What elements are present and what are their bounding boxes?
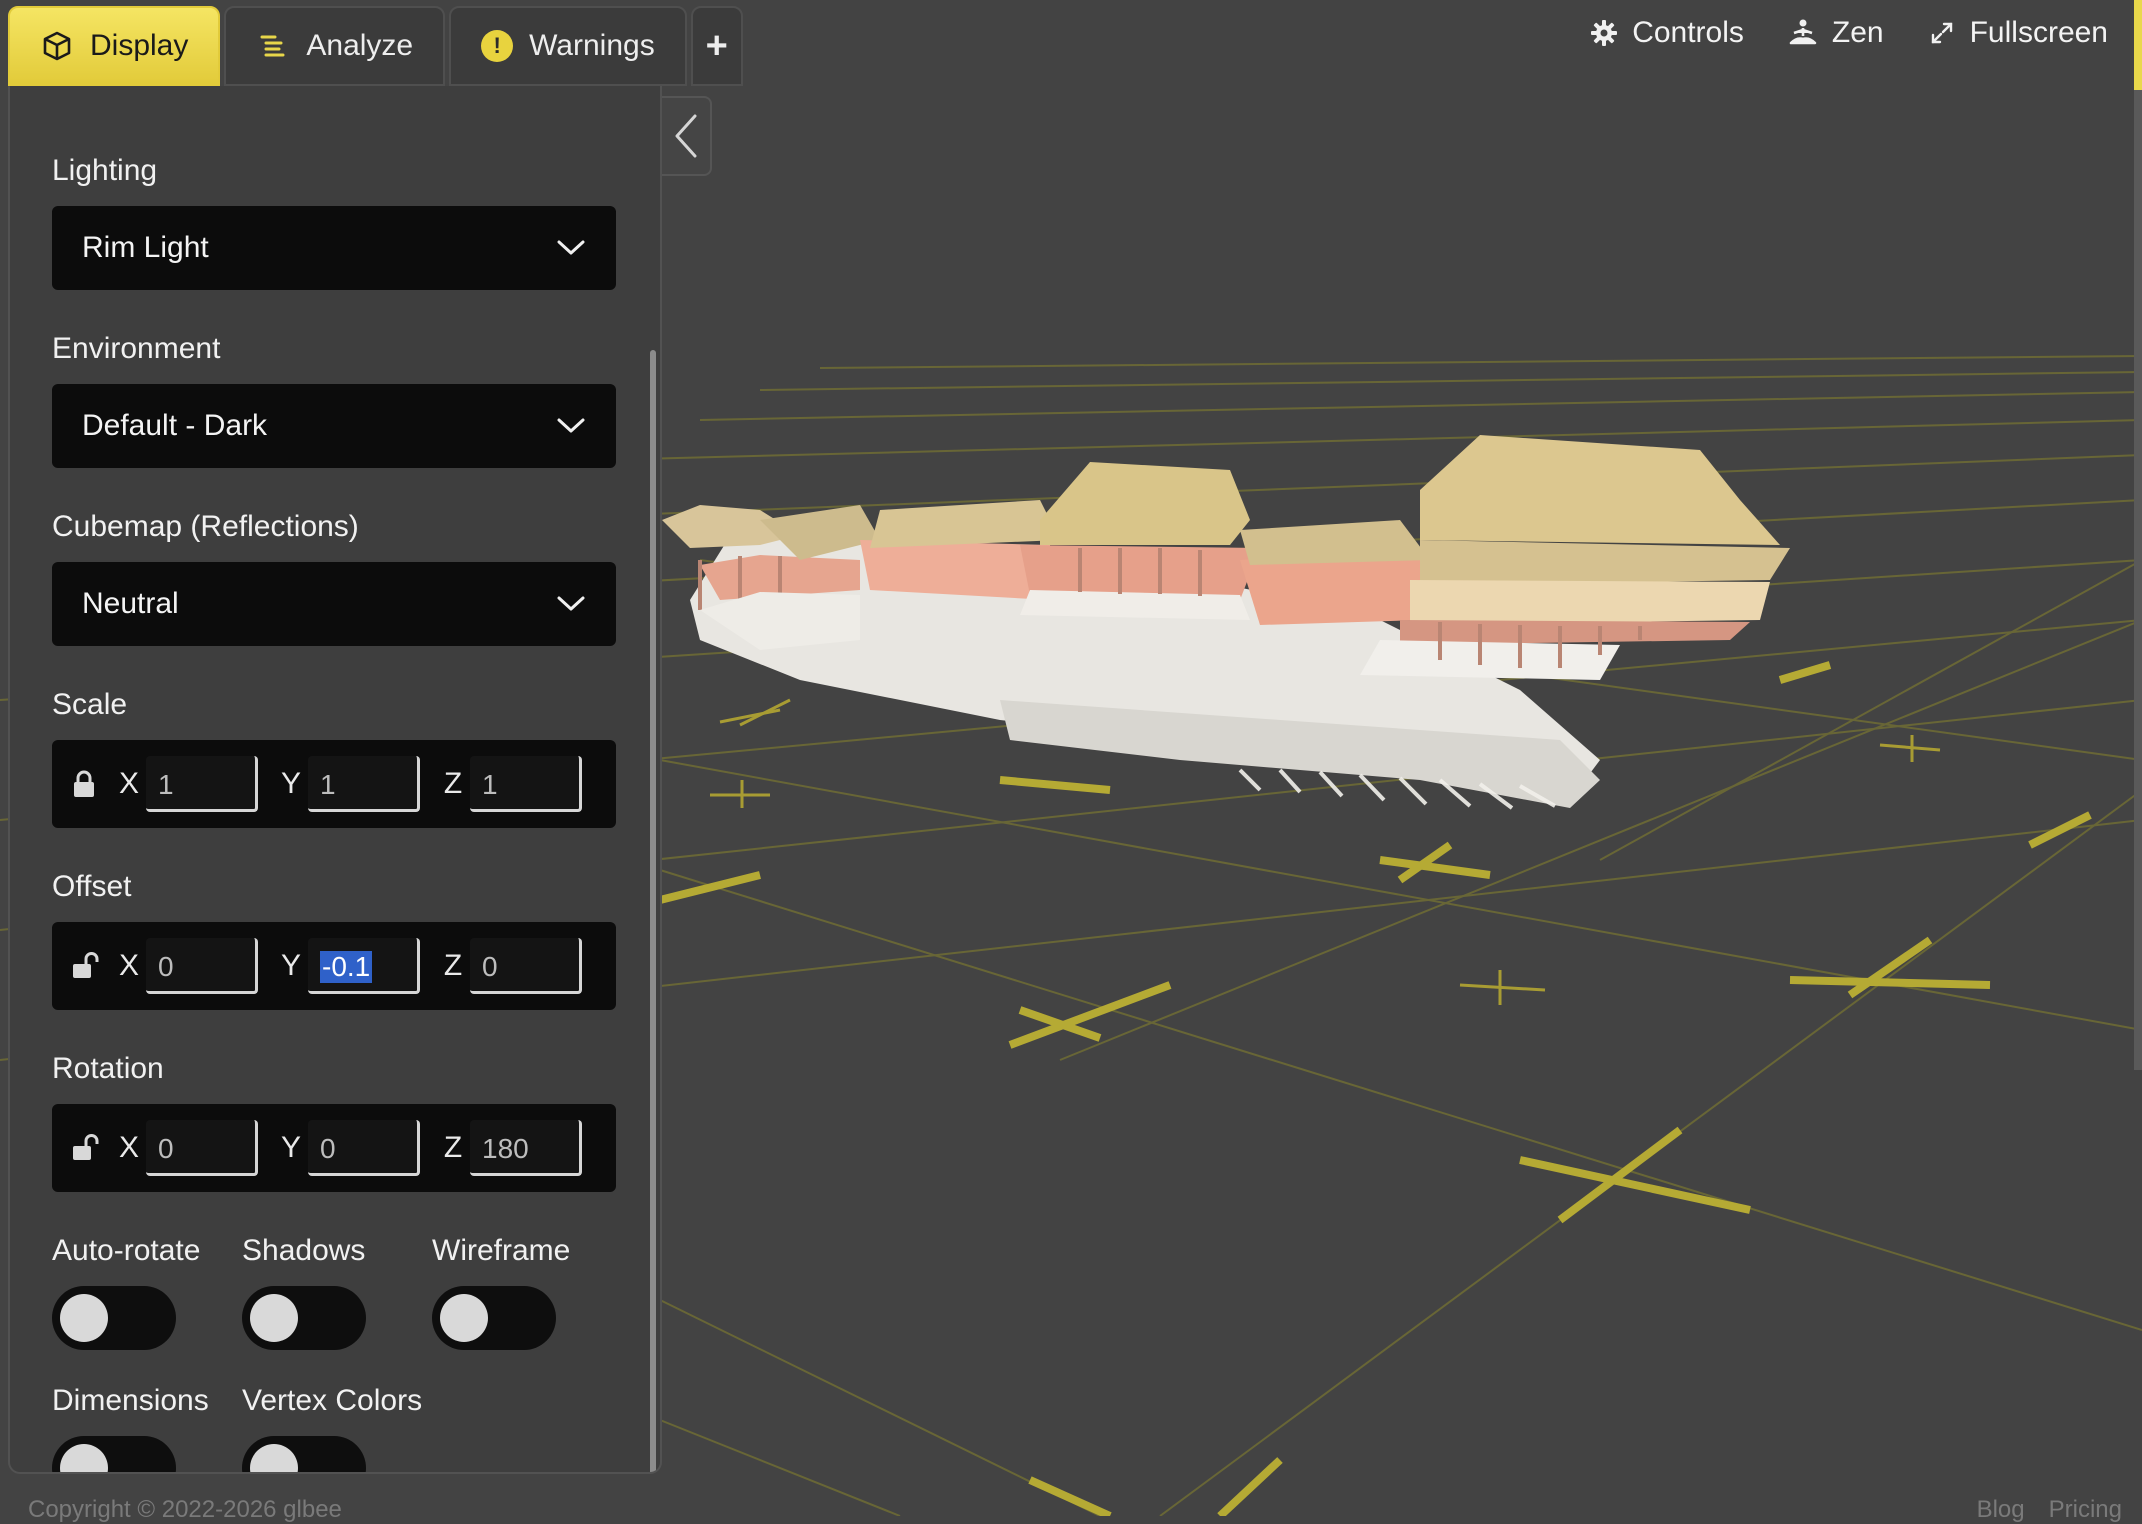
- auto-rotate-toggle[interactable]: [52, 1286, 176, 1350]
- chevron-down-icon: [557, 596, 585, 611]
- toggle-knob: [440, 1294, 488, 1342]
- axis-z-label: Z: [443, 1131, 463, 1164]
- offset-label: Offset: [52, 870, 132, 903]
- rotation-z-input[interactable]: 180: [470, 1120, 582, 1176]
- tab-display-label: Display: [90, 29, 189, 62]
- environment-value: Default - Dark: [82, 409, 268, 442]
- palace-model: [662, 435, 1790, 810]
- axis-y-label: Y: [280, 767, 301, 800]
- copyright-text: Copyright © 2022-2026 glbee: [28, 1496, 342, 1523]
- wireframe-toggle[interactable]: [432, 1286, 556, 1350]
- list-icon: [256, 29, 290, 63]
- panel-tabs: Display Analyze ! Warnings +: [8, 6, 743, 86]
- warning-icon: !: [481, 30, 514, 62]
- offset-x-input[interactable]: 0: [146, 938, 258, 994]
- shadows-toggle[interactable]: [242, 1286, 366, 1350]
- tab-analyze-label: Analyze: [306, 29, 414, 62]
- axis-x-label: X: [118, 767, 139, 800]
- shadows-label: Shadows: [242, 1234, 366, 1267]
- rotation-vector: X 0 Y 0 Z 180: [52, 1104, 616, 1192]
- unlock-icon[interactable]: [72, 1132, 100, 1164]
- gear-icon: [1591, 20, 1618, 46]
- footer-links: Blog Pricing: [1977, 1496, 2122, 1524]
- lighting-label: Lighting: [52, 154, 158, 187]
- axis-y-label: Y: [280, 1131, 301, 1164]
- tab-analyze[interactable]: Analyze: [224, 6, 446, 86]
- add-tab-button[interactable]: +: [690, 6, 743, 86]
- scale-z-input[interactable]: 1: [470, 756, 582, 812]
- rotation-x-input[interactable]: 0: [146, 1120, 258, 1176]
- cubemap-label: Cubemap (Reflections): [52, 510, 359, 543]
- toggle-knob: [60, 1444, 108, 1472]
- axis-x-label: X: [118, 1131, 139, 1164]
- rotation-y-input[interactable]: 0: [308, 1120, 420, 1176]
- scale-y-input[interactable]: 1: [308, 756, 420, 812]
- dimensions-label: Dimensions: [52, 1384, 209, 1417]
- chevron-down-icon: [557, 418, 585, 433]
- axis-y-label: Y: [280, 949, 301, 982]
- footer-link-pricing[interactable]: Pricing: [2049, 1496, 2122, 1524]
- offset-z-input[interactable]: 0: [470, 938, 582, 994]
- axis-z-label: Z: [443, 949, 463, 982]
- offset-vector: X 0 Y -0.1 Z 0: [52, 922, 616, 1010]
- controls-button[interactable]: Controls: [1590, 16, 1744, 50]
- lighting-select[interactable]: Rim Light: [52, 206, 616, 290]
- wireframe-label: Wireframe: [432, 1234, 571, 1267]
- chevron-down-icon: [557, 240, 585, 255]
- vertex-colors-label: Vertex Colors: [242, 1384, 423, 1417]
- tab-display[interactable]: Display: [8, 6, 221, 86]
- zen-label: Zen: [1831, 16, 1884, 49]
- cubemap-select[interactable]: Neutral: [52, 562, 616, 646]
- lock-icon[interactable]: [72, 768, 100, 800]
- cube-icon: [40, 29, 74, 63]
- tab-warnings-label: Warnings: [529, 29, 655, 62]
- scale-x-input[interactable]: 1: [146, 756, 258, 812]
- fullscreen-button[interactable]: Fullscreen: [1928, 16, 2108, 50]
- footer-link-blog[interactable]: Blog: [1977, 1496, 2025, 1524]
- offset-y-input[interactable]: -0.1: [308, 938, 420, 994]
- offset-y-selected-text: -0.1: [320, 950, 373, 983]
- axis-x-label: X: [118, 949, 139, 982]
- toggle-knob: [250, 1294, 298, 1342]
- fullscreen-label: Fullscreen: [1969, 16, 2108, 49]
- dimensions-toggle[interactable]: [52, 1436, 176, 1472]
- viewer-toolbar: Controls Zen Fullscreen: [1590, 16, 2108, 50]
- scale-label: Scale: [52, 688, 128, 721]
- rotation-label: Rotation: [52, 1052, 164, 1085]
- environment-select[interactable]: Default - Dark: [52, 384, 616, 468]
- scale-vector: X 1 Y 1 Z 1: [52, 740, 616, 828]
- chevron-left-icon: [675, 114, 697, 158]
- vertex-colors-toggle[interactable]: [242, 1436, 366, 1472]
- zen-button[interactable]: Zen: [1788, 16, 1884, 50]
- axis-z-label: Z: [443, 767, 463, 800]
- tab-warnings[interactable]: ! Warnings: [449, 6, 687, 86]
- lighting-value: Rim Light: [82, 231, 209, 264]
- controls-label: Controls: [1632, 16, 1744, 49]
- collapse-panel-button[interactable]: [662, 96, 712, 176]
- unlock-icon[interactable]: [72, 950, 100, 982]
- cubemap-value: Neutral: [82, 587, 179, 620]
- right-edge-scrollbar[interactable]: [2134, 0, 2142, 1070]
- toggle-knob: [250, 1444, 298, 1472]
- meditation-icon: [1789, 19, 1817, 45]
- environment-label: Environment: [52, 332, 221, 365]
- panel-scrollbar[interactable]: [650, 350, 656, 1472]
- display-panel: Lighting Rim Light Environment Default -…: [8, 86, 662, 1474]
- toggle-knob: [60, 1294, 108, 1342]
- auto-rotate-label: Auto-rotate: [52, 1234, 201, 1267]
- expand-icon: [1931, 22, 1952, 44]
